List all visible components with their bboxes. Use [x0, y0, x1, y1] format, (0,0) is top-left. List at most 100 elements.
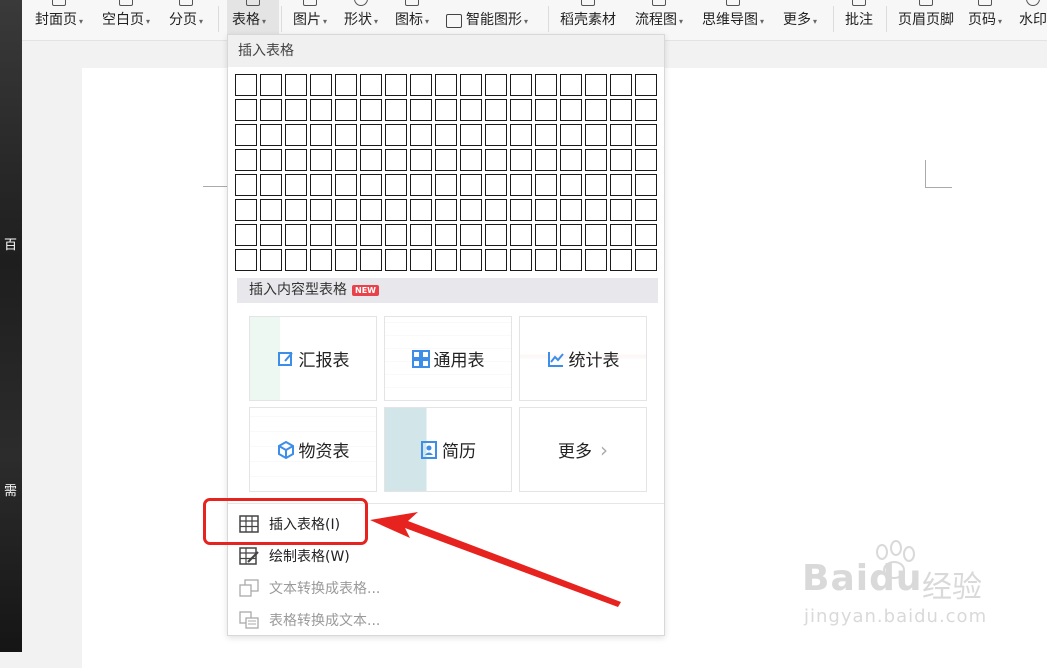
grid-cell[interactable]	[410, 124, 432, 146]
grid-cell[interactable]	[435, 249, 457, 271]
grid-cell[interactable]	[460, 224, 482, 246]
menu-draw-table[interactable]: 绘制表格(W)	[237, 541, 657, 571]
grid-cell[interactable]	[635, 174, 657, 196]
grid-cell[interactable]	[235, 174, 257, 196]
grid-cell[interactable]	[285, 174, 307, 196]
grid-cell[interactable]	[260, 174, 282, 196]
grid-cell[interactable]	[285, 74, 307, 96]
grid-cell[interactable]	[360, 199, 382, 221]
toolbar-header-footer[interactable]: 页眉页脚	[898, 0, 954, 40]
menu-text-to-table[interactable]: 文本转换成表格...	[237, 573, 657, 603]
grid-cell[interactable]	[560, 249, 582, 271]
grid-cell[interactable]	[235, 199, 257, 221]
grid-cell[interactable]	[235, 74, 257, 96]
grid-cell[interactable]	[560, 199, 582, 221]
grid-cell[interactable]	[285, 99, 307, 121]
grid-cell[interactable]	[335, 174, 357, 196]
grid-cell[interactable]	[485, 174, 507, 196]
grid-cell[interactable]	[485, 224, 507, 246]
grid-cell[interactable]	[610, 249, 632, 271]
grid-cell[interactable]	[235, 249, 257, 271]
grid-cell[interactable]	[485, 124, 507, 146]
grid-cell[interactable]	[585, 174, 607, 196]
grid-cell[interactable]	[535, 149, 557, 171]
grid-cell[interactable]	[535, 224, 557, 246]
grid-cell[interactable]	[260, 249, 282, 271]
grid-cell[interactable]	[285, 124, 307, 146]
grid-cell[interactable]	[560, 74, 582, 96]
grid-cell[interactable]	[310, 224, 332, 246]
grid-cell[interactable]	[635, 74, 657, 96]
grid-cell[interactable]	[385, 124, 407, 146]
grid-cell[interactable]	[635, 124, 657, 146]
grid-cell[interactable]	[335, 199, 357, 221]
card-report-table[interactable]: 汇报表	[249, 316, 377, 401]
grid-cell[interactable]	[585, 124, 607, 146]
grid-cell[interactable]	[585, 99, 607, 121]
grid-cell[interactable]	[410, 224, 432, 246]
grid-cell[interactable]	[335, 124, 357, 146]
grid-cell[interactable]	[610, 124, 632, 146]
grid-cell[interactable]	[360, 149, 382, 171]
grid-cell[interactable]	[310, 249, 332, 271]
grid-cell[interactable]	[610, 199, 632, 221]
grid-cell[interactable]	[410, 174, 432, 196]
grid-cell[interactable]	[585, 149, 607, 171]
grid-cell[interactable]	[335, 99, 357, 121]
grid-cell[interactable]	[285, 149, 307, 171]
grid-cell[interactable]	[235, 124, 257, 146]
grid-cell[interactable]	[310, 74, 332, 96]
grid-cell[interactable]	[235, 99, 257, 121]
toolbar-blank-page[interactable]: 空白页 ▾	[102, 0, 150, 40]
grid-cell[interactable]	[485, 149, 507, 171]
grid-cell[interactable]	[510, 99, 532, 121]
grid-cell[interactable]	[435, 149, 457, 171]
grid-cell[interactable]	[510, 249, 532, 271]
grid-cell[interactable]	[510, 224, 532, 246]
grid-cell[interactable]	[310, 149, 332, 171]
grid-cell[interactable]	[235, 149, 257, 171]
grid-cell[interactable]	[310, 99, 332, 121]
grid-cell[interactable]	[485, 74, 507, 96]
grid-cell[interactable]	[585, 224, 607, 246]
grid-cell[interactable]	[485, 199, 507, 221]
grid-cell[interactable]	[535, 74, 557, 96]
grid-cell[interactable]	[310, 199, 332, 221]
grid-cell[interactable]	[385, 149, 407, 171]
grid-cell[interactable]	[360, 249, 382, 271]
grid-cell[interactable]	[485, 99, 507, 121]
card-general-table[interactable]: 通用表	[384, 316, 512, 401]
grid-cell[interactable]	[360, 124, 382, 146]
grid-cell[interactable]	[260, 199, 282, 221]
grid-cell[interactable]	[260, 124, 282, 146]
grid-cell[interactable]	[535, 249, 557, 271]
grid-cell[interactable]	[635, 99, 657, 121]
grid-cell[interactable]	[560, 99, 582, 121]
grid-cell[interactable]	[435, 74, 457, 96]
grid-cell[interactable]	[260, 224, 282, 246]
grid-cell[interactable]	[285, 199, 307, 221]
grid-cell[interactable]	[360, 224, 382, 246]
grid-cell[interactable]	[410, 199, 432, 221]
grid-cell[interactable]	[410, 249, 432, 271]
grid-cell[interactable]	[385, 174, 407, 196]
menu-table-to-text[interactable]: 表格转换成文本...	[237, 605, 657, 635]
grid-cell[interactable]	[335, 249, 357, 271]
grid-cell[interactable]	[535, 174, 557, 196]
grid-cell[interactable]	[585, 249, 607, 271]
grid-cell[interactable]	[260, 99, 282, 121]
grid-cell[interactable]	[535, 199, 557, 221]
toolbar-more[interactable]: 更多 ▾	[783, 0, 817, 40]
toolbar-watermark[interactable]: 水印	[1019, 0, 1047, 40]
grid-cell[interactable]	[285, 249, 307, 271]
grid-cell[interactable]	[435, 124, 457, 146]
grid-cell[interactable]	[510, 199, 532, 221]
grid-cell[interactable]	[410, 99, 432, 121]
grid-cell[interactable]	[485, 249, 507, 271]
grid-cell[interactable]	[435, 99, 457, 121]
grid-cell[interactable]	[610, 149, 632, 171]
grid-cell[interactable]	[585, 199, 607, 221]
grid-cell[interactable]	[510, 124, 532, 146]
grid-cell[interactable]	[310, 174, 332, 196]
table-size-grid[interactable]	[235, 74, 657, 271]
